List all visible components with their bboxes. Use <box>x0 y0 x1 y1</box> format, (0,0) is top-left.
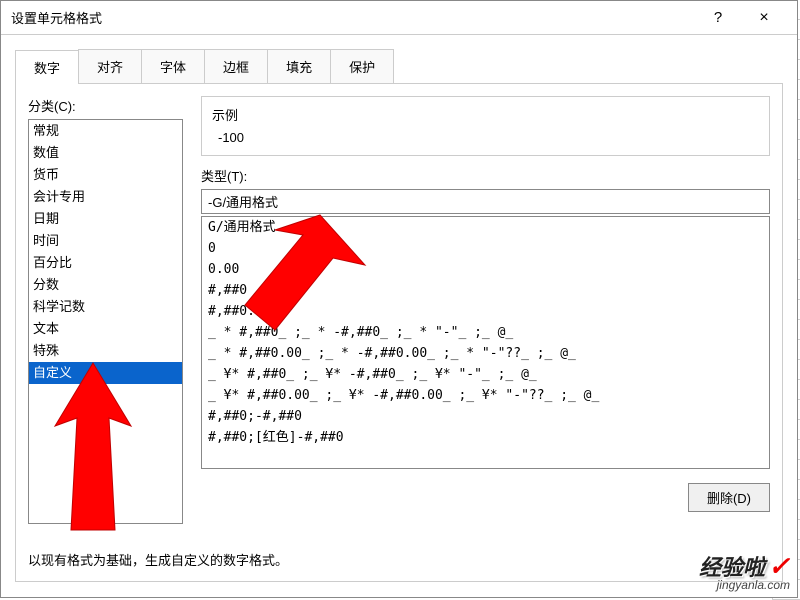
delete-button[interactable]: 删除(D) <box>688 483 770 512</box>
check-icon: ✓ <box>768 551 790 581</box>
type-listbox[interactable]: G/通用格式00.00#,##0#,##0.00_ * #,##0_ ;_ * … <box>201 216 770 469</box>
list-item[interactable]: 日期 <box>29 208 182 230</box>
list-item[interactable]: #,##0 <box>202 280 769 301</box>
type-input[interactable] <box>202 190 769 213</box>
watermark-sub: jingyanla.com <box>699 578 790 592</box>
tabs: 数字对齐字体边框填充保护 <box>15 49 783 84</box>
tab-4[interactable]: 填充 <box>267 49 331 83</box>
dialog-window: 设置单元格格式 ? × 数字对齐字体边框填充保护 分类(C): 常规数值货币会计… <box>0 0 798 598</box>
tab-0[interactable]: 数字 <box>15 50 79 84</box>
type-label: 类型(T): <box>201 166 770 185</box>
tab-3[interactable]: 边框 <box>204 49 268 83</box>
list-item[interactable]: 百分比 <box>29 252 182 274</box>
list-item[interactable]: _ * #,##0_ ;_ * -#,##0_ ;_ * "-"_ ;_ @_ <box>202 322 769 343</box>
hint-text: 以现有格式为基础，生成自定义的数字格式。 <box>28 550 770 569</box>
list-item[interactable]: 货币 <box>29 164 182 186</box>
example-box: 示例 -100 <box>201 96 770 156</box>
list-item[interactable]: _ * #,##0.00_ ;_ * -#,##0.00_ ;_ * "-"??… <box>202 343 769 364</box>
list-item[interactable]: 科学记数 <box>29 296 182 318</box>
dialog-title: 设置单元格格式 <box>11 8 695 27</box>
list-item[interactable]: _ ¥* #,##0.00_ ;_ ¥* -#,##0.00_ ;_ ¥* "-… <box>202 385 769 406</box>
category-label: 分类(C): <box>28 96 183 115</box>
list-item[interactable]: 0.00 <box>202 259 769 280</box>
list-item[interactable]: 分数 <box>29 274 182 296</box>
help-button[interactable]: ? <box>695 9 741 26</box>
watermark: 经验啦 ✓ jingyanla.com <box>699 550 790 592</box>
list-item[interactable]: 0 <box>202 238 769 259</box>
list-item[interactable]: 特殊 <box>29 340 182 362</box>
tab-5[interactable]: 保护 <box>330 49 394 83</box>
list-item[interactable]: 文本 <box>29 318 182 340</box>
category-listbox[interactable]: 常规数值货币会计专用日期时间百分比分数科学记数文本特殊自定义 <box>28 119 183 524</box>
list-item[interactable]: #,##0;[红色]-#,##0 <box>202 427 769 448</box>
list-item[interactable]: 时间 <box>29 230 182 252</box>
example-value: -100 <box>212 130 759 145</box>
list-item[interactable]: _ ¥* #,##0_ ;_ ¥* -#,##0_ ;_ ¥* "-"_ ;_ … <box>202 364 769 385</box>
titlebar: 设置单元格格式 ? × <box>1 1 797 35</box>
close-button[interactable]: × <box>741 9 787 27</box>
tab-1[interactable]: 对齐 <box>78 49 142 83</box>
tab-panel: 分类(C): 常规数值货币会计专用日期时间百分比分数科学记数文本特殊自定义 示例… <box>15 84 783 582</box>
list-item[interactable]: 数值 <box>29 142 182 164</box>
watermark-text: 经验啦 <box>699 555 765 580</box>
dialog-content: 数字对齐字体边框填充保护 分类(C): 常规数值货币会计专用日期时间百分比分数科… <box>1 35 797 592</box>
example-label: 示例 <box>212 105 759 124</box>
tab-2[interactable]: 字体 <box>141 49 205 83</box>
list-item[interactable]: #,##0;-#,##0 <box>202 406 769 427</box>
list-item[interactable]: #,##0.00 <box>202 301 769 322</box>
list-item[interactable]: G/通用格式 <box>202 217 769 238</box>
list-item[interactable]: 常规 <box>29 120 182 142</box>
list-item[interactable]: 自定义 <box>29 362 182 384</box>
list-item[interactable]: 会计专用 <box>29 186 182 208</box>
